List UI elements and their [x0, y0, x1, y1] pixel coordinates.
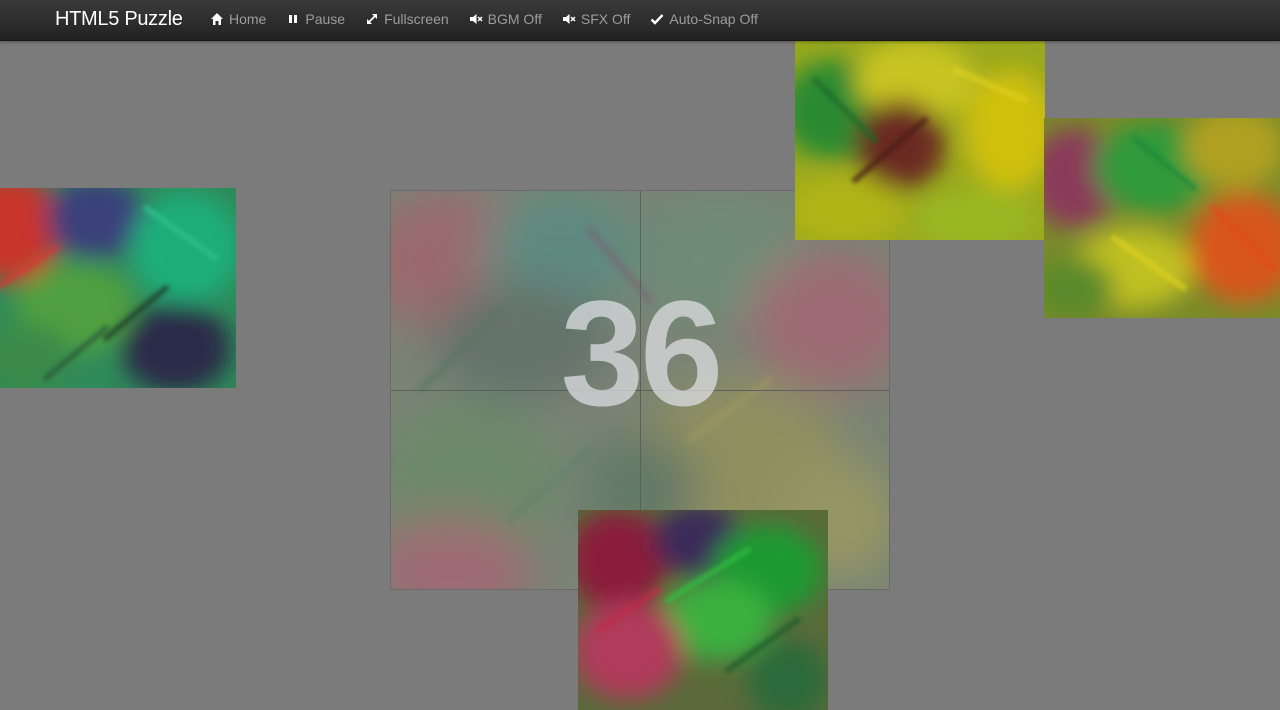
puzzle-piece[interactable]	[578, 510, 828, 710]
home-icon	[210, 12, 224, 26]
auto-snap-toggle[interactable]: Auto-Snap Off	[650, 0, 758, 38]
bgm-toggle[interactable]: BGM Off	[469, 0, 542, 38]
sfx-toggle[interactable]: SFX Off	[562, 0, 631, 38]
volume-off-icon	[562, 12, 576, 26]
puzzle-piece[interactable]	[0, 188, 236, 388]
brand-title[interactable]: HTML5 Puzzle	[55, 0, 183, 38]
fullscreen-icon	[365, 12, 379, 26]
home-link[interactable]: Home	[210, 0, 266, 38]
check-icon	[650, 12, 664, 26]
pause-label: Pause	[305, 11, 346, 27]
pause-icon	[286, 12, 300, 26]
puzzle-piece[interactable]	[1044, 118, 1280, 318]
puzzle-piece[interactable]	[795, 40, 1045, 240]
fullscreen-button[interactable]: Fullscreen	[365, 0, 449, 38]
pause-button[interactable]: Pause	[286, 0, 345, 38]
sfx-label: SFX Off	[580, 11, 631, 27]
home-label: Home	[229, 11, 267, 27]
navbar: HTML5 Puzzle Home Pause Fullscreen BGM O…	[0, 0, 1280, 41]
volume-off-icon	[469, 12, 483, 26]
fullscreen-label: Fullscreen	[384, 11, 449, 27]
board-grid-line	[391, 390, 889, 391]
auto-snap-label: Auto-Snap Off	[669, 11, 758, 27]
nav-menu: Home Pause Fullscreen BGM Off SFX Off Au…	[210, 0, 778, 40]
bgm-label: BGM Off	[487, 11, 542, 27]
